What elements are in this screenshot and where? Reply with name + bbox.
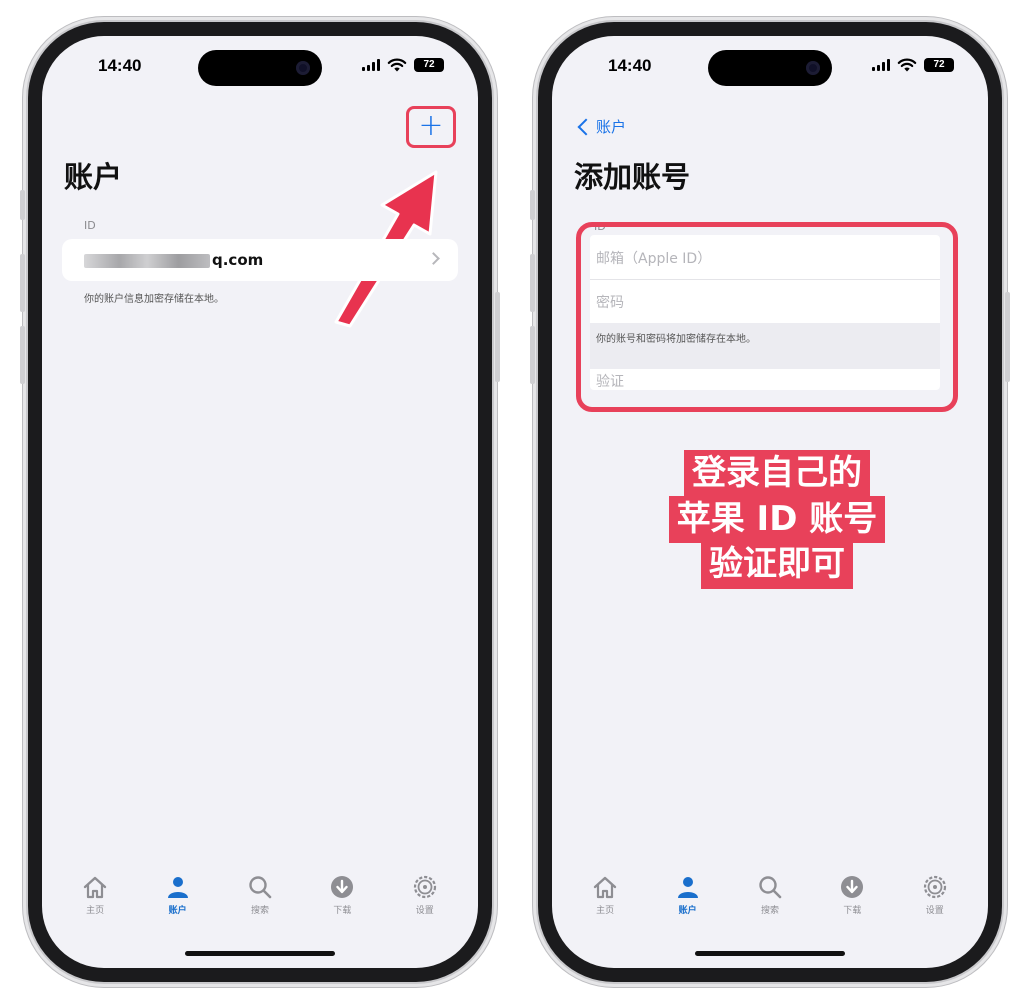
tab-label: 主页 xyxy=(596,906,615,916)
person-icon xyxy=(677,877,698,898)
person-icon xyxy=(167,877,188,898)
signal-icon xyxy=(362,59,380,71)
download-icon xyxy=(841,876,864,898)
tab-label: 设置 xyxy=(415,906,434,916)
wifi-icon xyxy=(897,58,917,72)
storage-footnote: 你的账户信息加密存储在本地。 xyxy=(84,294,224,305)
tab-label: 搜索 xyxy=(760,906,779,916)
status-icons: 72 xyxy=(872,58,954,72)
home-indicator xyxy=(695,951,845,956)
screen: 14:40 72 + 账户 ID q.com 你的账户信息加密存储在本地。 主页… xyxy=(42,36,478,968)
download-icon xyxy=(331,876,354,898)
settings-icon xyxy=(413,875,436,899)
chevron-right-icon xyxy=(427,252,440,265)
tab-label: 账户 xyxy=(168,906,187,916)
tab-label: 搜索 xyxy=(250,906,269,916)
tab-label: 设置 xyxy=(925,906,944,916)
search-icon xyxy=(759,876,782,899)
battery-icon: 72 xyxy=(924,58,954,72)
mute-switch xyxy=(20,190,25,220)
page-title: 添加账号 xyxy=(574,160,691,194)
volume-up-button xyxy=(20,254,25,312)
search-icon xyxy=(249,876,272,899)
wifi-icon xyxy=(387,58,407,72)
section-header-id: ID xyxy=(84,219,96,232)
mute-switch xyxy=(530,190,535,220)
page-title: 账户 xyxy=(64,160,123,194)
highlight-frame xyxy=(576,222,958,412)
caption-line: 登录自己的 xyxy=(684,450,870,498)
tab-label: 账户 xyxy=(678,906,697,916)
caption-line: 苹果 ID 账号 xyxy=(668,495,886,544)
tab-search[interactable]: 搜索 xyxy=(233,874,287,924)
caption-line: 验证即可 xyxy=(701,541,853,589)
volume-down-button xyxy=(20,326,25,384)
account-row[interactable]: q.com xyxy=(62,239,458,281)
front-camera-icon xyxy=(806,61,820,75)
back-label: 账户 xyxy=(596,118,627,136)
home-icon xyxy=(593,876,617,899)
tab-settings[interactable]: 设置 xyxy=(908,874,962,924)
caption-annotation: 登录自己的 苹果 ID 账号 验证即可 xyxy=(647,450,907,589)
dynamic-island xyxy=(198,50,322,86)
back-button[interactable]: 账户 xyxy=(576,116,626,137)
battery-icon: 72 xyxy=(414,58,444,72)
power-button xyxy=(1005,292,1010,382)
tab-search[interactable]: 搜索 xyxy=(743,874,797,924)
volume-down-button xyxy=(530,326,535,384)
tab-label: 下载 xyxy=(333,906,352,916)
tab-home[interactable]: 主页 xyxy=(68,874,122,924)
status-time: 14:40 xyxy=(608,56,652,75)
tab-account[interactable]: 账户 xyxy=(151,874,205,924)
status-time: 14:40 xyxy=(98,56,142,75)
phone-frame-left: 14:40 72 + 账户 ID q.com 你的账户信息加密存储在本地。 主页… xyxy=(20,22,500,982)
tab-label: 主页 xyxy=(86,906,105,916)
screen: 14:40 72 账户 添加账号 ID 邮箱（Apple ID） 密码 你的账号… xyxy=(552,36,988,968)
home-indicator xyxy=(185,951,335,956)
tab-download[interactable]: 下载 xyxy=(315,874,369,924)
chevron-left-icon xyxy=(577,118,595,135)
dynamic-island xyxy=(708,50,832,86)
tab-download[interactable]: 下载 xyxy=(825,874,879,924)
settings-icon xyxy=(923,875,946,899)
phone-frame-right: 14:40 72 账户 添加账号 ID 邮箱（Apple ID） 密码 你的账号… xyxy=(530,22,1010,982)
volume-up-button xyxy=(530,254,535,312)
home-icon xyxy=(83,876,107,899)
tab-account[interactable]: 账户 xyxy=(661,874,715,924)
blurred-email xyxy=(84,254,210,268)
front-camera-icon xyxy=(296,61,310,75)
status-icons: 72 xyxy=(362,58,444,72)
tab-home[interactable]: 主页 xyxy=(578,874,632,924)
tab-bar: 主页 账户 搜索 下载 设置 xyxy=(42,874,478,924)
signal-icon xyxy=(872,59,890,71)
tab-bar: 主页 账户 搜索 下载 设置 xyxy=(552,874,988,924)
account-email: q.com xyxy=(212,251,264,269)
tab-settings[interactable]: 设置 xyxy=(398,874,452,924)
add-account-button[interactable]: + xyxy=(406,106,456,148)
power-button xyxy=(495,292,500,382)
tab-label: 下载 xyxy=(843,906,862,916)
